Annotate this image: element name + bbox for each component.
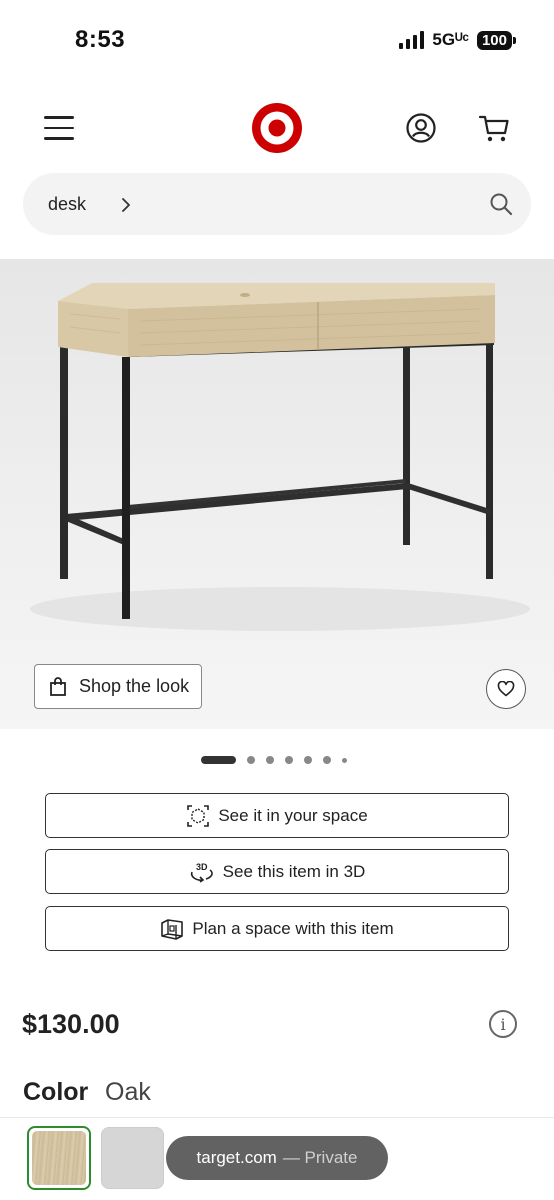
shop-the-look-button[interactable]: Shop the look (34, 664, 203, 709)
status-bar: 8:53 5Gᵁᶜ 100 (0, 0, 554, 80)
carousel-dot[interactable] (304, 756, 312, 764)
target-logo[interactable] (251, 102, 303, 154)
image-carousel-dots (201, 756, 347, 764)
cart-icon[interactable] (478, 113, 510, 143)
battery-icon: 100 (476, 30, 517, 50)
oak-wood-texture (32, 1131, 86, 1185)
shop-the-look-label: Shop the look (79, 676, 190, 696)
carousel-dot[interactable] (323, 756, 331, 764)
product-image[interactable]: Shop the look (0, 259, 554, 729)
ar-cube-icon (187, 804, 210, 827)
browser-private-mode: — Private (282, 1148, 358, 1167)
hamburger-icon[interactable] (44, 116, 74, 140)
status-time: 8:53 (75, 26, 126, 53)
status-indicators: 5Gᵁᶜ 100 (399, 30, 517, 50)
color-label: Color (23, 1078, 89, 1106)
browser-site: target.com (196, 1148, 277, 1167)
info-icon[interactable]: i (489, 1010, 517, 1038)
svg-text:3D: 3D (196, 862, 208, 872)
desk-image (30, 283, 530, 631)
favorite-button[interactable] (486, 669, 526, 709)
heart-icon (497, 681, 515, 697)
3d-rotate-icon: 3D (190, 862, 213, 883)
product-page: 8:53 5Gᵁᶜ 100 desk Shop the look See it … (0, 0, 554, 1200)
cellular-signal-icon (399, 31, 425, 49)
carousel-dot[interactable] (247, 756, 255, 764)
plan-room-icon (161, 918, 184, 940)
account-icon[interactable] (406, 113, 436, 143)
search-icon[interactable] (489, 192, 513, 216)
color-swatch-oak[interactable] (27, 1126, 91, 1190)
carousel-dot[interactable] (285, 756, 293, 764)
see-in-3d-label: See this item in 3D (222, 861, 366, 881)
search-bar[interactable]: desk (23, 173, 531, 235)
see-in-your-space-button[interactable]: See it in your space (45, 793, 509, 838)
plan-a-space-button[interactable]: Plan a space with this item (45, 906, 509, 951)
carousel-dot-active[interactable] (201, 756, 236, 764)
color-value: Oak (105, 1078, 151, 1106)
chevron-right-icon (122, 198, 130, 212)
product-price: $130.00 (22, 1009, 120, 1039)
see-in-3d-button[interactable]: 3D See this item in 3D (45, 849, 509, 894)
see-in-your-space-label: See it in your space (218, 805, 368, 825)
search-query[interactable]: desk (48, 194, 86, 215)
network-type: 5Gᵁᶜ (432, 30, 469, 49)
site-header (0, 95, 554, 165)
divider (0, 1117, 554, 1118)
color-swatch-gray[interactable] (101, 1127, 164, 1189)
carousel-dot[interactable] (342, 757, 347, 763)
browser-url-pill[interactable]: target.com — Private (166, 1136, 388, 1180)
carousel-dot[interactable] (266, 756, 274, 764)
shopping-bag-icon (50, 676, 66, 696)
plan-a-space-label: Plan a space with this item (192, 918, 394, 938)
